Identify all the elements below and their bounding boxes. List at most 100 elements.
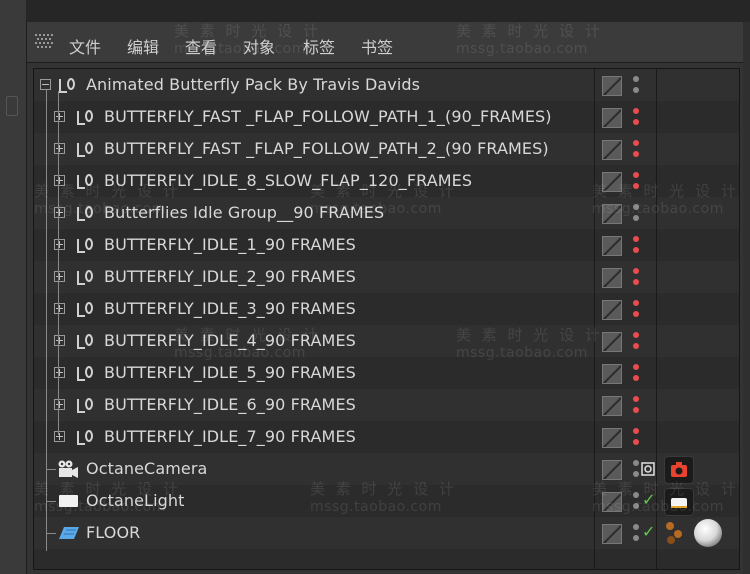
editor-render-visibility-toggle[interactable] bbox=[602, 108, 622, 128]
editor-visibility-dot[interactable] bbox=[633, 332, 639, 338]
editor-visibility-dot[interactable] bbox=[633, 428, 639, 434]
render-visibility-dot[interactable] bbox=[633, 119, 639, 125]
editor-visibility-dot[interactable] bbox=[633, 268, 639, 274]
enabled-check-icon[interactable]: ✓ bbox=[642, 522, 655, 541]
render-visibility-dot[interactable] bbox=[633, 87, 639, 93]
expand-toggle[interactable] bbox=[54, 399, 65, 410]
render-visibility-dot[interactable] bbox=[633, 375, 639, 381]
menu-edit[interactable]: 编辑 bbox=[127, 34, 159, 58]
editor-render-visibility-toggle[interactable] bbox=[602, 268, 622, 288]
null-object-icon bbox=[77, 238, 93, 253]
object-row[interactable]: BUTTERFLY_IDLE_1_90 FRAMES bbox=[34, 229, 739, 261]
object-name: BUTTERFLY_IDLE_5_90 FRAMES bbox=[104, 363, 356, 382]
editor-render-visibility-toggle[interactable] bbox=[602, 428, 622, 448]
editor-visibility-dot[interactable] bbox=[633, 76, 639, 82]
object-tree: Animated Butterfly Pack By Travis Davids… bbox=[33, 68, 740, 570]
editor-visibility-dot[interactable] bbox=[633, 524, 639, 530]
editor-render-visibility-toggle[interactable] bbox=[602, 172, 622, 192]
object-row[interactable]: BUTTERFLY_IDLE_3_90 FRAMES bbox=[34, 293, 739, 325]
expand-toggle[interactable] bbox=[54, 239, 65, 250]
null-object-icon bbox=[77, 174, 93, 189]
object-row[interactable]: OctaneLight ✓ bbox=[34, 485, 739, 517]
render-visibility-dot[interactable] bbox=[633, 247, 639, 253]
editor-visibility-dot[interactable] bbox=[633, 204, 639, 210]
editor-render-visibility-toggle[interactable] bbox=[602, 396, 622, 416]
expand-toggle[interactable] bbox=[54, 431, 65, 442]
area-light-icon bbox=[59, 495, 78, 507]
null-object-icon bbox=[77, 206, 93, 221]
object-name: BUTTERFLY_IDLE_6_90 FRAMES bbox=[104, 395, 356, 414]
expand-toggle[interactable] bbox=[54, 207, 65, 218]
render-visibility-dot[interactable] bbox=[633, 183, 639, 189]
expand-toggle[interactable] bbox=[54, 175, 65, 186]
render-visibility-dot[interactable] bbox=[633, 471, 639, 477]
render-visibility-dot[interactable] bbox=[633, 279, 639, 285]
editor-render-visibility-toggle[interactable] bbox=[602, 524, 622, 544]
expand-toggle[interactable] bbox=[54, 143, 65, 154]
hierarchy-line bbox=[46, 89, 47, 551]
object-row[interactable]: BUTTERFLY_IDLE_2_90 FRAMES bbox=[34, 261, 739, 293]
render-visibility-dot[interactable] bbox=[633, 215, 639, 221]
editor-render-visibility-toggle[interactable] bbox=[602, 204, 622, 224]
editor-render-visibility-toggle[interactable] bbox=[602, 300, 622, 320]
camera-icon bbox=[58, 460, 78, 478]
octane-camera-tag[interactable] bbox=[664, 456, 694, 484]
object-name: BUTTERFLY_IDLE_8_SLOW_FLAP_120_FRAMES bbox=[104, 171, 473, 190]
panel-tab-notch[interactable] bbox=[6, 96, 18, 116]
render-visibility-dot[interactable] bbox=[633, 151, 639, 157]
menu-objects[interactable]: 对象 bbox=[243, 34, 275, 58]
object-name: OctaneLight bbox=[86, 491, 185, 510]
editor-visibility-dot[interactable] bbox=[633, 108, 639, 114]
editor-render-visibility-toggle[interactable] bbox=[602, 236, 622, 256]
material-sphere-icon[interactable] bbox=[693, 518, 723, 548]
octane-light-tag[interactable] bbox=[664, 488, 694, 516]
object-row[interactable]: BUTTERFLY_IDLE_6_90 FRAMES bbox=[34, 389, 739, 421]
editor-visibility-dot[interactable] bbox=[633, 300, 639, 306]
object-row[interactable]: BUTTERFLY_IDLE_7_90 FRAMES bbox=[34, 421, 739, 453]
render-visibility-dot[interactable] bbox=[633, 407, 639, 413]
editor-visibility-dot[interactable] bbox=[633, 140, 639, 146]
panel-grip-icon[interactable] bbox=[35, 34, 55, 50]
editor-render-visibility-toggle[interactable] bbox=[602, 140, 622, 160]
object-name: BUTTERFLY_FAST _FLAP_FOLLOW_PATH_1_(90_F… bbox=[104, 107, 552, 126]
menu-tags[interactable]: 标签 bbox=[303, 34, 335, 58]
object-row[interactable]: FLOOR ✓ bbox=[34, 517, 739, 549]
render-visibility-dot[interactable] bbox=[633, 535, 639, 541]
enabled-check-icon[interactable]: ✓ bbox=[642, 490, 655, 509]
editor-render-visibility-toggle[interactable] bbox=[602, 364, 622, 384]
object-name: Butterflies Idle Group__90 FRAMES bbox=[104, 203, 385, 222]
expand-toggle[interactable] bbox=[54, 111, 65, 122]
editor-render-visibility-toggle[interactable] bbox=[602, 460, 622, 480]
menu-bookmarks[interactable]: 书签 bbox=[361, 34, 393, 58]
render-visibility-dot[interactable] bbox=[633, 503, 639, 509]
expand-toggle[interactable] bbox=[54, 271, 65, 282]
editor-render-visibility-toggle[interactable] bbox=[602, 332, 622, 352]
object-row[interactable]: BUTTERFLY_IDLE_4_90 FRAMES bbox=[34, 325, 739, 357]
editor-visibility-dot[interactable] bbox=[633, 364, 639, 370]
editor-visibility-dot[interactable] bbox=[633, 172, 639, 178]
editor-render-visibility-toggle[interactable] bbox=[602, 76, 622, 96]
object-row[interactable]: BUTTERFLY_FAST _FLAP_FOLLOW_PATH_2_(90 F… bbox=[34, 133, 739, 165]
editor-render-visibility-toggle[interactable] bbox=[602, 492, 622, 512]
object-row[interactable]: Animated Butterfly Pack By Travis Davids bbox=[34, 69, 739, 101]
object-row[interactable]: BUTTERFLY_IDLE_8_SLOW_FLAP_120_FRAMES bbox=[34, 165, 739, 197]
expand-toggle[interactable] bbox=[54, 367, 65, 378]
editor-visibility-dot[interactable] bbox=[633, 236, 639, 242]
expand-toggle[interactable] bbox=[54, 303, 65, 314]
object-row[interactable]: BUTTERFLY_IDLE_5_90 FRAMES bbox=[34, 357, 739, 389]
editor-visibility-dot[interactable] bbox=[633, 460, 639, 466]
menu-file[interactable]: 文件 bbox=[69, 34, 101, 58]
camera-target-icon[interactable] bbox=[641, 462, 655, 476]
render-visibility-dot[interactable] bbox=[633, 343, 639, 349]
object-row[interactable]: BUTTERFLY_FAST _FLAP_FOLLOW_PATH_1_(90_F… bbox=[34, 101, 739, 133]
render-visibility-dot[interactable] bbox=[633, 311, 639, 317]
render-visibility-dot[interactable] bbox=[633, 439, 639, 445]
object-row[interactable]: Butterflies Idle Group__90 FRAMES bbox=[34, 197, 739, 229]
object-row[interactable]: OctaneCamera bbox=[34, 453, 739, 485]
editor-visibility-dot[interactable] bbox=[633, 492, 639, 498]
menu-view[interactable]: 查看 bbox=[185, 34, 217, 58]
hierarchy-line bbox=[58, 91, 59, 435]
expand-toggle[interactable] bbox=[54, 335, 65, 346]
editor-visibility-dot[interactable] bbox=[633, 396, 639, 402]
material-tag-dots-icon[interactable] bbox=[662, 519, 690, 547]
